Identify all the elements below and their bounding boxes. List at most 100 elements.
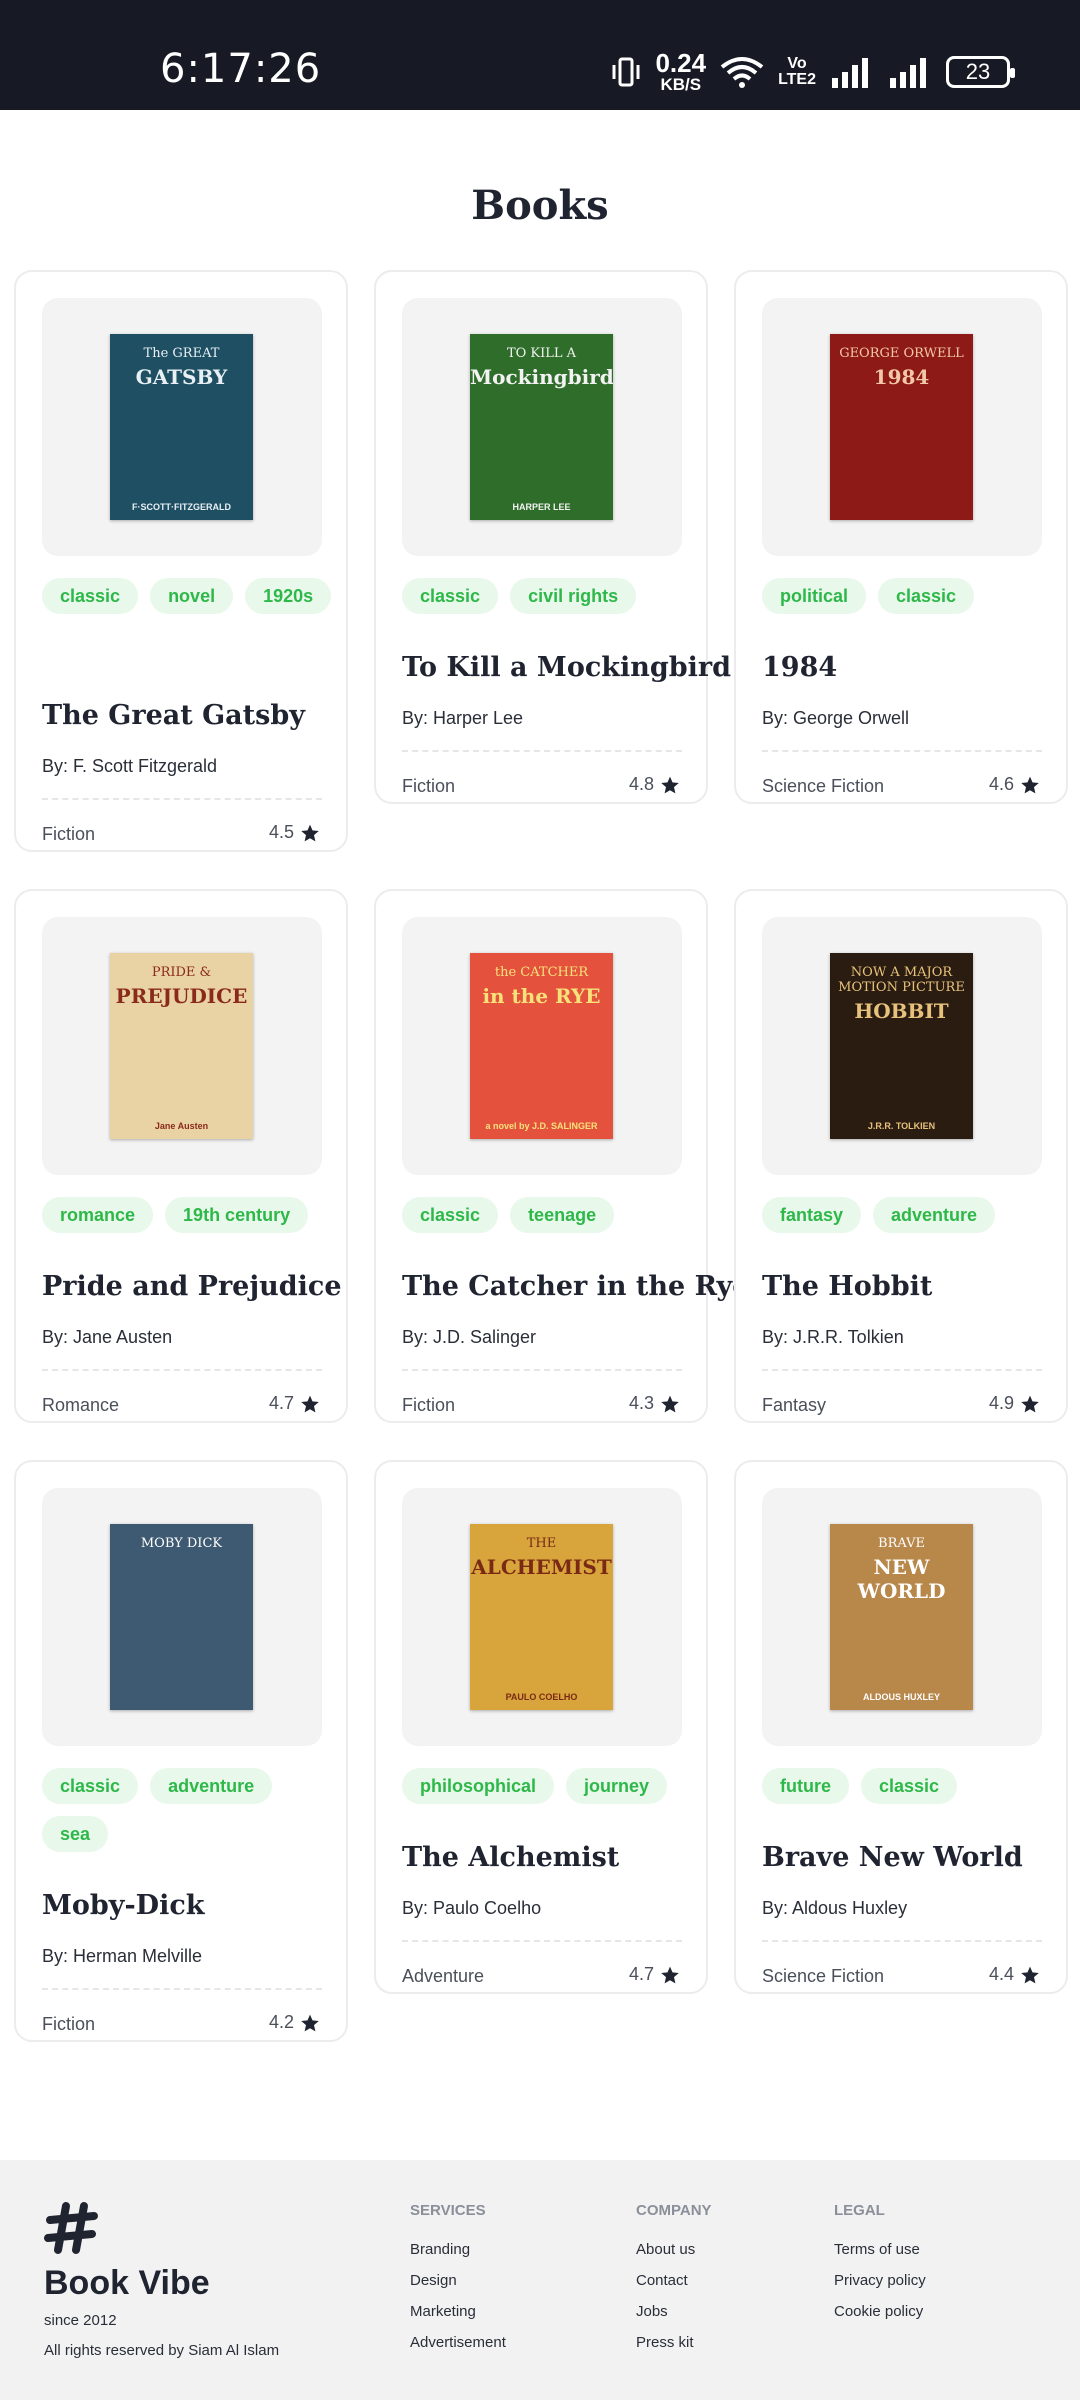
book-title: Moby-Dick [42,1890,205,1921]
cover-author: ALDOUS HUXLEY [862,1692,940,1702]
footer-link[interactable]: Marketing [410,2303,506,2320]
signal-icon [832,57,868,88]
book-author: By: Paulo Coelho [402,1898,542,1918]
book-title: The Alchemist [402,1842,620,1873]
tag-badge: fantasy [762,1197,862,1233]
tag-list: classic civil rights [402,578,692,614]
signal-icon-2 [890,57,926,88]
footer-col-services: SERVICES Branding Design Marketing Adver… [410,2202,506,2365]
footer-link[interactable]: Jobs [636,2303,712,2320]
book-rating: 4.6 [989,774,1040,795]
cover-line2: GATSBY [135,365,228,389]
card-divider [762,1369,1042,1371]
footer-link[interactable]: Terms of use [834,2241,926,2258]
book-rating: 4.4 [989,1964,1040,1985]
battery-icon: 23 [946,55,1015,88]
tag-badge: classic [402,578,499,614]
cover-line2: Mockingbird [470,365,613,389]
footer-brand: Book Vibe [44,2264,210,2302]
book-genre: Romance [42,1395,120,1415]
book-genre: Fantasy [762,1395,827,1415]
book-genre: Fiction [42,824,96,844]
cover-author: F·SCOTT·FITZGERALD [132,502,231,512]
tag-badge: adventure [873,1197,996,1233]
page-title: Books [471,182,609,229]
book-cover-image: BRAVE NEW WORLD ALDOUS HUXLEY [830,1524,973,1710]
book-cover-image: THE ALCHEMIST PAULO COELHO [470,1524,613,1710]
tag-badge: teenage [510,1197,615,1233]
cover-line1: THE [526,1536,557,1551]
cover-line1: TO KILL A [506,346,577,361]
book-author: By: J.R.R. Tolkien [762,1327,904,1347]
book-genre: Adventure [402,1966,485,1986]
star-icon [301,824,319,841]
book-card[interactable]: MOBY DICK classic adventure sea Moby-Dick … [14,1460,348,2042]
footer-link[interactable]: Design [410,2272,506,2289]
tag-badge: philosophical [402,1768,555,1804]
book-card[interactable]: PRIDE & PREJUDICE Jane Austen romance 19t… [14,889,348,1423]
footer-link[interactable]: Contact [636,2272,712,2289]
book-cover-frame: The GREAT GATSBY F·SCOTT·FITZGERALD [42,298,322,556]
tag-list: classic teenage [402,1197,692,1233]
book-genre: Fiction [42,2014,96,2034]
book-card[interactable]: TO KILL A Mockingbird HARPER LEE classic… [374,270,731,804]
footer-col-company: COMPANY About us Contact Jobs Press kit [636,2202,712,2365]
book-rating: 4.8 [629,774,680,795]
tag-badge: journey [566,1768,668,1804]
rating-value: 4.5 [268,822,294,842]
book-genre: Science Fiction [762,776,885,796]
tag-list: future classic [762,1768,1052,1804]
footer-link[interactable]: Privacy policy [834,2272,926,2289]
star-icon [1021,776,1039,793]
rating-value: 4.9 [988,1393,1014,1413]
footer-heading: COMPANY [636,2202,712,2219]
tag-badge: 1920s [245,578,332,614]
book-author: By: Herman Melville [42,1946,203,1966]
tag-list: fantasy adventure [762,1197,1052,1233]
book-card[interactable]: the CATCHER in the RYE a novel by J.D. S… [374,889,749,1423]
tag-badge: sea [42,1816,109,1852]
book-card[interactable]: GEORGE ORWELL 1984 political classic 1984… [734,270,1068,804]
cover-line2: in the RYE [482,984,601,1008]
book-author: By: Aldous Huxley [762,1898,908,1918]
book-title: The Catcher in the Rye [402,1271,750,1302]
book-card[interactable]: THE ALCHEMIST PAULO COELHO philosophical… [374,1460,708,1994]
cover-line1: the CATCHER [494,965,589,980]
book-title: Brave New World [762,1842,1023,1873]
cover-line1: PRIDE & [151,965,212,980]
cover-author: Jane Austen [154,1121,209,1131]
book-cover-image: GEORGE ORWELL 1984 [830,334,973,520]
book-cover-image: MOBY DICK [110,1524,253,1710]
book-rating: 4.9 [989,1393,1040,1414]
tag-badge: classic [42,578,139,614]
net-speed: 0.24 KB/S [655,50,706,93]
book-author: By: J.D. Salinger [402,1327,537,1347]
star-icon [1021,1395,1039,1412]
book-cover-frame: GEORGE ORWELL 1984 [762,298,1042,556]
star-icon [301,1395,319,1412]
book-cover-frame: the CATCHER in the RYE a novel by J.D. S… [402,917,682,1175]
book-cover-image: TO KILL A Mockingbird HARPER LEE [470,334,613,520]
book-title: 1984 [762,652,838,683]
footer-link[interactable]: Advertisement [410,2334,506,2351]
book-card[interactable]: BRAVE NEW WORLD ALDOUS HUXLEY future clas… [734,1460,1068,1994]
footer-link[interactable]: Press kit [636,2334,712,2351]
book-card[interactable]: The GREAT GATSBY F·SCOTT·FITZGERALD clas… [14,270,348,852]
footer-link[interactable]: Branding [410,2241,506,2258]
book-card[interactable]: NOW A MAJOR MOTION PICTURE HOBBIT J.R.R.… [734,889,1068,1423]
card-divider [42,798,322,800]
rating-value: 4.4 [988,1964,1014,1984]
status-icons: 0.24 KB/S Vo LTE2 23 [611,50,1015,93]
cover-author: HARPER LEE [512,502,571,512]
volte-top: Vo [787,54,807,72]
footer-link[interactable]: About us [636,2241,712,2258]
card-divider [402,1940,682,1942]
rating-value: 4.3 [628,1393,654,1413]
hashtag-logo-icon [44,2202,98,2254]
net-speed-unit: KB/S [660,75,702,94]
footer-col-legal: LEGAL Terms of use Privacy policy Cookie… [834,2202,926,2334]
book-rating: 4.5 [269,822,320,843]
footer-rights: All rights reserved by Siam Al Islam [44,2342,280,2359]
book-rating: 4.7 [269,1393,320,1414]
footer-link[interactable]: Cookie policy [834,2303,926,2320]
